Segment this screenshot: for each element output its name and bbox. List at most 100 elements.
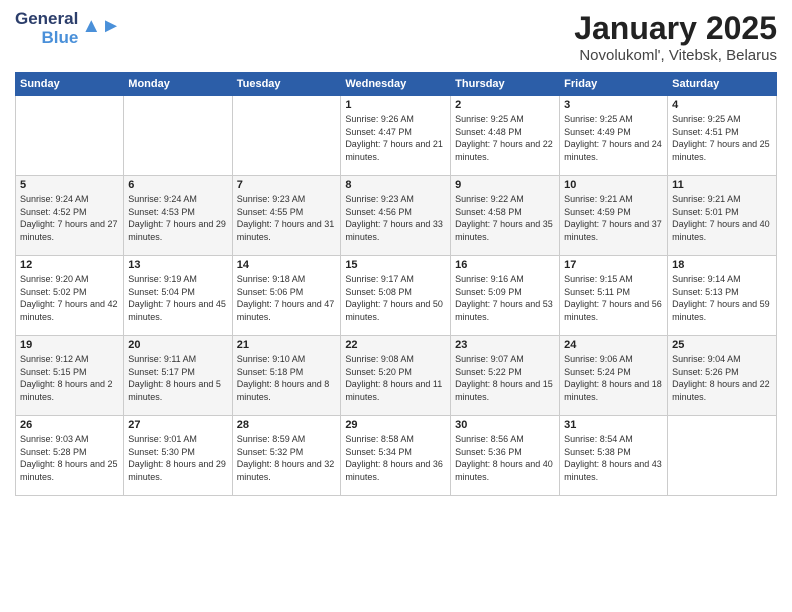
day-number: 12	[20, 259, 119, 271]
day-info: Sunrise: 9:11 AM Sunset: 5:17 PM Dayligh…	[128, 353, 227, 403]
day-info: Sunrise: 9:19 AM Sunset: 5:04 PM Dayligh…	[128, 273, 227, 323]
calendar-cell: 7 Sunrise: 9:23 AM Sunset: 4:55 PM Daylig…	[232, 176, 341, 256]
day-number: 5	[20, 179, 119, 191]
calendar-cell: 9Sunrise: 9:22 AM Sunset: 4:58 PM Daylig…	[451, 176, 560, 256]
calendar-cell: 25 Sunrise: 9:04 AM Sunset: 5:26 PM Dayli…	[668, 336, 777, 416]
calendar-cell: 12 Sunrise: 9:20 AM Sunset: 5:02 PM Dayli…	[16, 256, 124, 336]
day-info: Sunrise: 9:04 AM Sunset: 5:26 PM Dayligh…	[672, 353, 772, 403]
day-info: Sunrise: 9:03 AM Sunset: 5:28 PM Dayligh…	[20, 433, 119, 483]
day-number: 6	[128, 179, 227, 191]
location-subtitle: Novolukoml', Vitebsk, Belarus	[574, 47, 777, 64]
day-info: Sunrise: 9:26 AM Sunset: 4:47 PM Dayligh…	[345, 113, 446, 163]
day-number: 19	[20, 339, 119, 351]
calendar-cell	[232, 96, 341, 176]
day-info: Sunrise: 9:20 AM Sunset: 5:02 PM Dayligh…	[20, 273, 119, 323]
calendar-cell: 8Sunrise: 9:23 AM Sunset: 4:56 PM Daylig…	[341, 176, 451, 256]
day-info: Sunrise: 9:08 AM Sunset: 5:20 PM Dayligh…	[345, 353, 446, 403]
day-info: Sunrise: 9:12 AM Sunset: 5:15 PM Dayligh…	[20, 353, 119, 403]
calendar-cell: 18 Sunrise: 9:14 AM Sunset: 5:13 PM Dayli…	[668, 256, 777, 336]
day-info: Sunrise: 9:17 AM Sunset: 5:08 PM Dayligh…	[345, 273, 446, 323]
calendar-cell: 11 Sunrise: 9:21 AM Sunset: 5:01 PM Dayli…	[668, 176, 777, 256]
calendar-cell: 23Sunrise: 9:07 AM Sunset: 5:22 PM Dayli…	[451, 336, 560, 416]
calendar-cell: 26 Sunrise: 9:03 AM Sunset: 5:28 PM Dayli…	[16, 416, 124, 496]
day-number: 9	[455, 179, 555, 191]
calendar-cell: 20 Sunrise: 9:11 AM Sunset: 5:17 PM Dayli…	[124, 336, 232, 416]
day-number: 3	[564, 99, 663, 111]
day-number: 24	[564, 339, 663, 351]
calendar-cell: 29 Sunrise: 8:58 AM Sunset: 5:34 PM Dayli…	[341, 416, 451, 496]
day-number: 26	[20, 419, 119, 431]
col-header-friday: Friday	[560, 73, 668, 96]
calendar-cell: 21Sunrise: 9:10 AM Sunset: 5:18 PM Dayli…	[232, 336, 341, 416]
calendar-cell: 30 Sunrise: 8:56 AM Sunset: 5:36 PM Dayli…	[451, 416, 560, 496]
day-number: 8	[345, 179, 446, 191]
day-number: 21	[237, 339, 337, 351]
calendar-cell	[668, 416, 777, 496]
day-number: 20	[128, 339, 227, 351]
day-number: 27	[128, 419, 227, 431]
day-number: 11	[672, 179, 772, 191]
day-number: 14	[237, 259, 337, 271]
day-info: Sunrise: 9:24 AM Sunset: 4:53 PM Dayligh…	[128, 193, 227, 243]
day-info: Sunrise: 9:16 AM Sunset: 5:09 PM Dayligh…	[455, 273, 555, 323]
day-info: Sunrise: 9:01 AM Sunset: 5:30 PM Dayligh…	[128, 433, 227, 483]
col-header-saturday: Saturday	[668, 73, 777, 96]
day-info: Sunrise: 8:54 AM Sunset: 5:38 PM Dayligh…	[564, 433, 663, 483]
day-info: Sunrise: 9:18 AM Sunset: 5:06 PM Dayligh…	[237, 273, 337, 323]
day-info: Sunrise: 8:58 AM Sunset: 5:34 PM Dayligh…	[345, 433, 446, 483]
logo: General Blue ▲►	[15, 10, 121, 47]
day-info: Sunrise: 9:25 AM Sunset: 4:48 PM Dayligh…	[455, 113, 555, 163]
calendar-cell: 22Sunrise: 9:08 AM Sunset: 5:20 PM Dayli…	[341, 336, 451, 416]
day-number: 15	[345, 259, 446, 271]
day-info: Sunrise: 9:23 AM Sunset: 4:55 PM Dayligh…	[237, 193, 337, 243]
calendar-cell: 28 Sunrise: 8:59 AM Sunset: 5:32 PM Dayli…	[232, 416, 341, 496]
day-info: Sunrise: 8:59 AM Sunset: 5:32 PM Dayligh…	[237, 433, 337, 483]
col-header-sunday: Sunday	[16, 73, 124, 96]
day-info: Sunrise: 9:07 AM Sunset: 5:22 PM Dayligh…	[455, 353, 555, 403]
day-number: 10	[564, 179, 663, 191]
col-header-thursday: Thursday	[451, 73, 560, 96]
day-info: Sunrise: 9:15 AM Sunset: 5:11 PM Dayligh…	[564, 273, 663, 323]
col-header-tuesday: Tuesday	[232, 73, 341, 96]
day-info: Sunrise: 9:25 AM Sunset: 4:49 PM Dayligh…	[564, 113, 663, 163]
day-info: Sunrise: 9:21 AM Sunset: 4:59 PM Dayligh…	[564, 193, 663, 243]
day-number: 28	[237, 419, 337, 431]
day-number: 13	[128, 259, 227, 271]
calendar-cell: 4 Sunrise: 9:25 AM Sunset: 4:51 PM Daylig…	[668, 96, 777, 176]
calendar-cell: 13 Sunrise: 9:19 AM Sunset: 5:04 PM Dayli…	[124, 256, 232, 336]
day-number: 29	[345, 419, 446, 431]
logo-line2: Blue	[41, 29, 78, 48]
logo-line1: General	[15, 10, 78, 29]
day-info: Sunrise: 9:06 AM Sunset: 5:24 PM Dayligh…	[564, 353, 663, 403]
calendar-cell: 24 Sunrise: 9:06 AM Sunset: 5:24 PM Dayli…	[560, 336, 668, 416]
calendar-cell: 19 Sunrise: 9:12 AM Sunset: 5:15 PM Dayli…	[16, 336, 124, 416]
day-number: 31	[564, 419, 663, 431]
calendar-table: SundayMondayTuesdayWednesdayThursdayFrid…	[15, 72, 777, 496]
calendar-cell: 31 Sunrise: 8:54 AM Sunset: 5:38 PM Dayli…	[560, 416, 668, 496]
day-number: 2	[455, 99, 555, 111]
logo-bird-icon: ▲►	[81, 15, 121, 38]
month-title: January 2025	[574, 10, 777, 47]
day-number: 4	[672, 99, 772, 111]
day-number: 25	[672, 339, 772, 351]
calendar-cell: 27 Sunrise: 9:01 AM Sunset: 5:30 PM Dayli…	[124, 416, 232, 496]
calendar-cell: 3 Sunrise: 9:25 AM Sunset: 4:49 PM Daylig…	[560, 96, 668, 176]
day-number: 17	[564, 259, 663, 271]
day-number: 18	[672, 259, 772, 271]
day-info: Sunrise: 9:21 AM Sunset: 5:01 PM Dayligh…	[672, 193, 772, 243]
day-number: 7	[237, 179, 337, 191]
calendar-cell	[124, 96, 232, 176]
day-info: Sunrise: 9:25 AM Sunset: 4:51 PM Dayligh…	[672, 113, 772, 163]
day-number: 30	[455, 419, 555, 431]
day-info: Sunrise: 8:56 AM Sunset: 5:36 PM Dayligh…	[455, 433, 555, 483]
calendar-cell: 15 Sunrise: 9:17 AM Sunset: 5:08 PM Dayli…	[341, 256, 451, 336]
calendar-cell: 10 Sunrise: 9:21 AM Sunset: 4:59 PM Dayli…	[560, 176, 668, 256]
calendar-cell: 14 Sunrise: 9:18 AM Sunset: 5:06 PM Dayli…	[232, 256, 341, 336]
day-number: 16	[455, 259, 555, 271]
calendar-cell: 5Sunrise: 9:24 AM Sunset: 4:52 PM Daylig…	[16, 176, 124, 256]
calendar-cell: 16 Sunrise: 9:16 AM Sunset: 5:09 PM Dayli…	[451, 256, 560, 336]
day-info: Sunrise: 9:14 AM Sunset: 5:13 PM Dayligh…	[672, 273, 772, 323]
title-area: January 2025 Novolukoml', Vitebsk, Belar…	[574, 10, 777, 64]
calendar-cell: 17 Sunrise: 9:15 AM Sunset: 5:11 PM Dayli…	[560, 256, 668, 336]
col-header-monday: Monday	[124, 73, 232, 96]
